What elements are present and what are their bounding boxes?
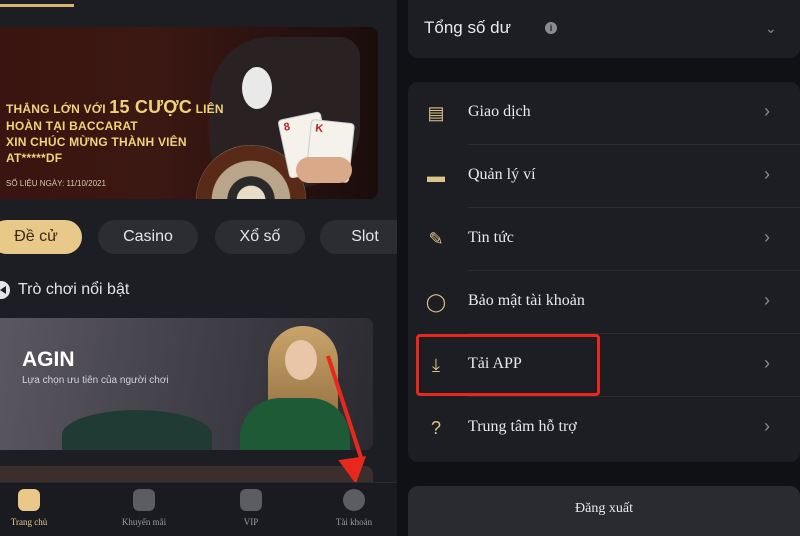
banner-line-3: XIN CHÚC MỪNG THÀNH VIÊN bbox=[6, 135, 187, 149]
game-title: AGIN bbox=[22, 348, 75, 371]
card-rank: 8 bbox=[282, 120, 292, 134]
tab-xo-so[interactable]: Xổ số bbox=[215, 220, 305, 254]
menu-item-label: Tin tức bbox=[468, 229, 514, 246]
nav-account[interactable]: Tài khoản bbox=[319, 489, 389, 527]
chevron-right-icon: › bbox=[764, 164, 770, 184]
home-panel: 8 K THẮNG LỚN VỚI 15 CƯỢC LIÊN HOÀN TẠI … bbox=[0, 0, 397, 536]
back-arrow-icon[interactable] bbox=[0, 281, 10, 299]
card-rank: K bbox=[314, 122, 324, 136]
section-title-text: Trò chơi nổi bật bbox=[18, 281, 130, 298]
menu-item-label: Bảo mật tài khoản bbox=[468, 292, 585, 309]
logout-label: Đăng xuất bbox=[575, 501, 633, 516]
tab-de-cu[interactable]: Đề cử bbox=[0, 220, 82, 254]
total-balance-row[interactable]: Tổng số dư i ⌄ bbox=[408, 0, 800, 58]
help-icon: ? bbox=[430, 418, 441, 438]
model-face-image bbox=[285, 340, 317, 380]
chevron-right-icon: › bbox=[764, 290, 770, 310]
promo-banner[interactable]: 8 K THẮNG LỚN VỚI 15 CƯỢC LIÊN HOÀN TẠI … bbox=[0, 27, 378, 199]
menu-item-wallet[interactable]: ▬ Quản lý ví › bbox=[408, 145, 800, 208]
menu-item-label: Giao dịch bbox=[468, 103, 531, 120]
banner-headline-suffix: LIÊN bbox=[195, 102, 224, 116]
banner-ball-image bbox=[242, 67, 272, 109]
casino-table-image bbox=[62, 410, 212, 450]
info-icon[interactable]: i bbox=[545, 22, 557, 34]
home-icon bbox=[18, 489, 40, 511]
account-panel: Tổng số dư i ⌄ ▤ Giao dịch › ▬ Quản lý v… bbox=[397, 0, 800, 536]
chevron-down-icon[interactable]: ⌄ bbox=[765, 20, 777, 37]
banner-headline-prefix: THẮNG LỚN VỚI bbox=[6, 102, 106, 116]
nav-label: Trang chủ bbox=[10, 517, 48, 527]
nav-label: VIP bbox=[243, 517, 259, 527]
chevron-right-icon: › bbox=[764, 353, 770, 373]
banner-date: SỐ LIỆU NGÀY: 11/10/2021 bbox=[6, 179, 106, 188]
nav-home[interactable]: Trang chủ bbox=[0, 489, 64, 527]
featured-games-heading: Trò chơi nổi bật bbox=[0, 278, 129, 302]
annotation-highlight-box bbox=[416, 334, 600, 396]
tab-slot[interactable]: Slot bbox=[320, 220, 397, 254]
menu-item-security[interactable]: ◯ Bảo mật tài khoản › bbox=[408, 271, 800, 334]
chevron-right-icon: › bbox=[764, 416, 770, 436]
chevron-right-icon: › bbox=[764, 227, 770, 247]
banner-headline: THẮNG LỚN VỚI 15 CƯỢC LIÊN bbox=[6, 97, 224, 118]
wallet-icon: ▬ bbox=[427, 166, 445, 186]
nav-label: Khuyến mãi bbox=[121, 517, 167, 527]
account-icon bbox=[343, 489, 365, 511]
banner-hand-image bbox=[296, 157, 352, 183]
gift-icon bbox=[133, 489, 155, 511]
bottom-nav: Trang chủ Khuyến mãi VIP Tài khoản bbox=[0, 482, 397, 536]
banner-member-id: AT*****DF bbox=[6, 151, 63, 165]
account-menu: ▤ Giao dịch › ▬ Quản lý ví › ✎ Tin tức ›… bbox=[408, 82, 800, 462]
banner-line-2: HOÀN TẠI BACCARAT bbox=[6, 119, 138, 133]
menu-item-label: Trung tâm hỗ trợ bbox=[468, 418, 577, 435]
chevron-right-icon: › bbox=[764, 101, 770, 121]
receipt-icon: ▤ bbox=[427, 103, 445, 123]
agin-game-card[interactable]: AGIN Lựa chọn ưu tiên của người chơi bbox=[0, 318, 373, 450]
menu-item-transactions[interactable]: ▤ Giao dịch › bbox=[408, 82, 800, 145]
logout-button[interactable]: Đăng xuất bbox=[408, 486, 800, 536]
nav-promotions[interactable]: Khuyến mãi bbox=[109, 489, 179, 527]
nav-label: Tài khoản bbox=[335, 517, 373, 527]
menu-item-label: Quản lý ví bbox=[468, 166, 536, 183]
tab-casino[interactable]: Casino bbox=[98, 220, 198, 254]
menu-item-support[interactable]: ? Trung tâm hỗ trợ › bbox=[408, 397, 800, 460]
model-dress-image bbox=[240, 398, 350, 450]
nav-vip[interactable]: VIP bbox=[216, 489, 286, 527]
active-tab-indicator bbox=[0, 4, 74, 7]
total-balance-label: Tổng số dư bbox=[424, 18, 511, 37]
menu-item-news[interactable]: ✎ Tin tức › bbox=[408, 208, 800, 271]
shield-icon: ◯ bbox=[425, 292, 447, 312]
game-subtitle: Lựa chọn ưu tiên của người chơi bbox=[22, 375, 169, 386]
news-icon: ✎ bbox=[428, 229, 444, 249]
banner-headline-highlight: 15 CƯỢC bbox=[109, 97, 193, 117]
diamond-icon bbox=[240, 489, 262, 511]
